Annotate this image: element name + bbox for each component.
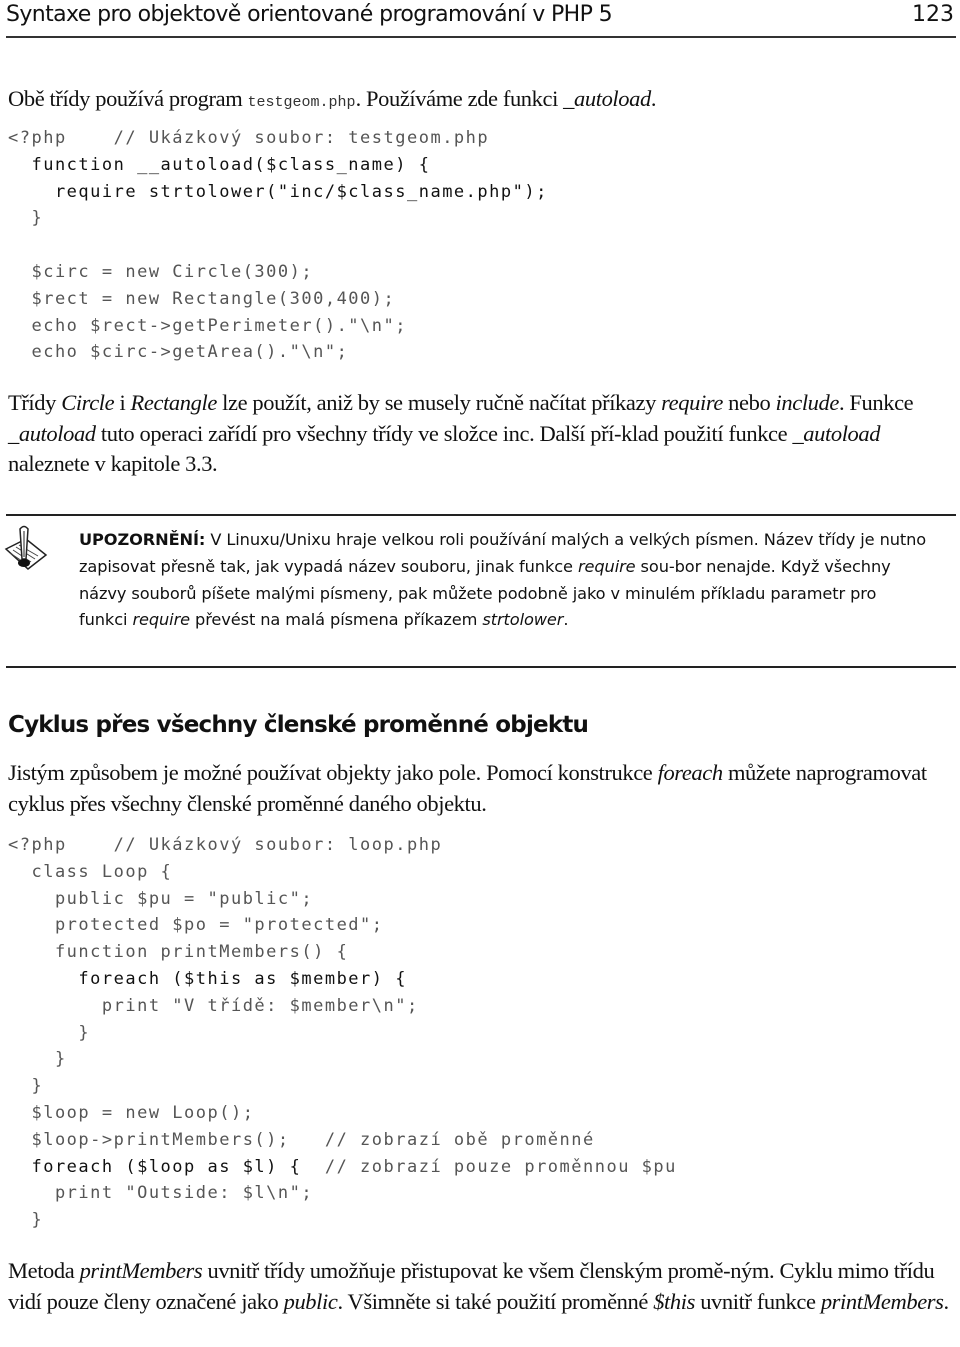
text: . Všimněte si také použití proměnné xyxy=(337,1288,654,1314)
page-number: 123 xyxy=(912,2,954,27)
text: Jistým způsobem je možné používat objekt… xyxy=(8,760,658,785)
code-line: $rect = new Rectangle(300,400); xyxy=(8,288,396,309)
emph: include xyxy=(775,390,840,415)
emph: $this xyxy=(653,1288,695,1314)
code-line: function __autoload($class_name) { xyxy=(8,154,431,175)
text: . Používáme zde funkci xyxy=(355,86,564,111)
code-line: print "V třídě: $member\n"; xyxy=(8,995,419,1016)
code-line: class Loop { xyxy=(8,861,173,882)
text: Obě třídy používá program xyxy=(8,86,248,111)
text: . xyxy=(650,86,657,111)
emph: printMembers xyxy=(820,1288,944,1314)
text: převést na malá písmena příkazem xyxy=(190,610,483,630)
code-listing-loop: <?php // Ukázkový soubor: loop.php class… xyxy=(8,832,677,1234)
code-line: $circ = new Circle(300); xyxy=(8,261,314,282)
note-bottom-rule xyxy=(6,666,956,668)
note-top-rule xyxy=(6,514,956,516)
intro-paragraph: Obě třídy používá program testgeom.php. … xyxy=(8,84,956,119)
text: . xyxy=(943,1288,950,1314)
emph: require xyxy=(132,610,190,630)
text: lze použít, aniž by se musely ručně načí… xyxy=(216,390,662,415)
paragraph-printmembers: Metoda printMembers uvnitř třídy umožňuj… xyxy=(8,1256,956,1317)
emph: printMembers xyxy=(79,1258,203,1283)
code-line: <?php // Ukázkový soubor: loop.php xyxy=(8,835,443,855)
text: uvnitř funkce xyxy=(694,1288,821,1314)
emph: foreach xyxy=(657,760,724,785)
code-line: } xyxy=(8,208,44,229)
code-line: $loop = new Loop(); xyxy=(8,1102,255,1123)
paragraph-foreach-intro: Jistým způsobem je možné používat objekt… xyxy=(8,758,956,819)
emph: _autoload xyxy=(8,420,96,446)
quill-note-icon xyxy=(4,525,48,570)
emph: Rectangle xyxy=(130,390,218,415)
code-line: } xyxy=(8,1076,44,1097)
code-line: } xyxy=(8,1022,91,1043)
code-line: } xyxy=(8,1210,44,1231)
code-line: $loop->printMembers(); // zobrazí obě pr… xyxy=(8,1129,595,1150)
section-heading: Cyklus přes všechny členské proměnné obj… xyxy=(8,712,589,738)
text: naleznete v kapitole 3.3. xyxy=(8,451,218,476)
note-label: UPOZORNĚNÍ: xyxy=(79,530,206,549)
text: nebo xyxy=(722,390,776,415)
emph: require xyxy=(577,556,636,576)
code-line: echo $rect->getPerimeter()."\n"; xyxy=(8,315,407,336)
paragraph-autoload: Třídy Circle i Rectangle lze použít, ani… xyxy=(8,388,956,480)
code-line: <?php // Ukázkový soubor: testgeom.php xyxy=(8,128,490,148)
code-line: public $pu = "public"; xyxy=(8,888,314,909)
text: Metoda xyxy=(8,1258,80,1283)
emph: strtolower xyxy=(482,610,564,630)
code-line: print "Outside: $l\n"; xyxy=(8,1183,314,1204)
text: . Funkce xyxy=(838,390,914,415)
text: . xyxy=(563,610,569,630)
code-listing-testgeom: <?php // Ukázkový soubor: testgeom.php f… xyxy=(8,125,548,366)
code-line: foreach ($loop as $l) { // zobrazí pouze… xyxy=(8,1156,677,1177)
code-line: echo $circ->getArea()."\n"; xyxy=(8,342,349,363)
emph: public xyxy=(283,1288,338,1314)
code-line: } xyxy=(8,1049,67,1070)
text: tuto operaci zařídí pro všechny třídy ve… xyxy=(95,420,793,446)
code-line: foreach ($this as $member) { xyxy=(8,968,407,989)
code-line: protected $po = "protected"; xyxy=(8,915,384,936)
warning-note: UPOZORNĚNÍ: V Linuxu/Unixu hraje velkou … xyxy=(79,527,929,634)
emph: Circle xyxy=(61,390,115,415)
code-line: require strtolower("inc/$class_name.php"… xyxy=(8,181,548,202)
chapter-title: Syntaxe pro objektově orientované progra… xyxy=(6,2,613,27)
text: Třídy xyxy=(8,390,62,415)
code-line: function printMembers() { xyxy=(8,942,349,963)
emph: require xyxy=(661,390,723,415)
emph: _autoload xyxy=(792,420,881,446)
inline-filename: testgeom.php xyxy=(247,94,356,111)
text: i xyxy=(114,390,131,415)
running-header: Syntaxe pro objektově orientované progra… xyxy=(6,0,956,38)
inline-function: _autoload xyxy=(563,86,651,111)
